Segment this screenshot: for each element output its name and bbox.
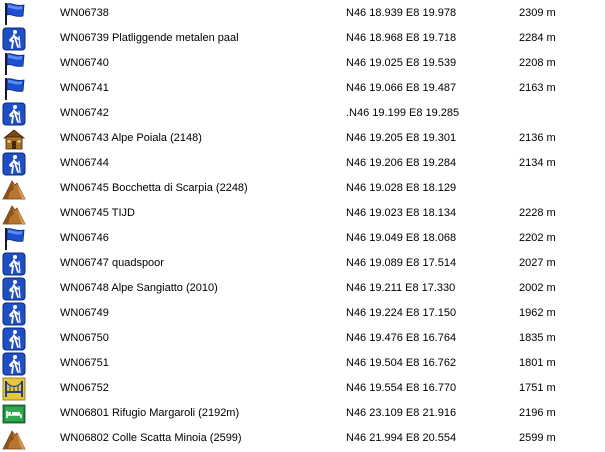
summit-icon [2,202,26,226]
waypoint-position: N46 18.968 E8 19.718 [346,32,457,44]
waypoint-list: WN06738 N46 18.939 E8 19.978 2309 m WN0673… [0,0,605,450]
waypoint-altitude: 2208 m [519,57,556,69]
waypoint-row[interactable]: WN06748 Alpe Sangiatto (2010) N46 19.211 … [0,277,605,302]
waypoint-position: N46 19.211 E8 17.330 [346,282,456,294]
waypoint-altitude: 2309 m [519,7,556,19]
waypoint-row[interactable]: WN06750 N46 19.476 E8 16.764 1835 m [0,327,605,352]
waypoint-altitude: 1962 m [519,307,556,319]
hiker-icon [2,252,26,276]
waypoint-name: WN06745 TIJD [60,207,135,219]
summit-icon [2,427,26,451]
blue-flag-icon [2,77,26,101]
waypoint-row[interactable]: WN06801 Rifugio Margaroli (2192m) N46 23.… [0,402,605,427]
waypoint-name: WN06752 [60,382,109,394]
waypoint-altitude: 1801 m [519,357,556,369]
waypoint-row[interactable]: WN06741 N46 19.066 E8 19.487 2163 m [0,77,605,102]
hiker-icon [2,352,26,376]
waypoint-altitude: 2002 m [519,282,556,294]
hiker-icon [2,302,26,326]
waypoint-position: N46 21.994 E8 20.554 [346,432,457,444]
waypoint-name: WN06751 [60,357,109,369]
waypoint-altitude: 2284 m [519,32,556,44]
hiker-icon [2,102,26,126]
waypoint-altitude: 2027 m [519,257,556,269]
waypoint-row[interactable]: WN06743 Alpe Poiala (2148) N46 19.205 E8 … [0,127,605,152]
waypoint-name: WN06738 [60,7,109,19]
waypoint-name: WN06749 [60,307,109,319]
waypoint-position: N46 19.206 E8 19.284 [346,157,457,169]
waypoint-altitude: 1835 m [519,332,556,344]
waypoint-row[interactable]: WN06744 N46 19.206 E8 19.284 2134 m [0,152,605,177]
waypoint-row[interactable]: WN06747 quadspoor N46 19.089 E8 17.514 202… [0,252,605,277]
waypoint-position: N46 18.939 E8 19.978 [346,7,457,19]
hiker-icon [2,277,26,301]
waypoint-position: N46 19.205 E8 19.301 [346,132,457,144]
waypoint-row[interactable]: WN06739 Platliggende metalen paal N46 18.… [0,27,605,52]
hiker-icon [2,327,26,351]
hiker-icon [2,27,26,51]
cabin-icon [2,127,26,151]
waypoint-altitude: 2202 m [519,232,556,244]
waypoint-position: N46 19.089 E8 17.514 [346,257,457,269]
waypoint-name: WN06745 Bocchetta di Scarpia (2248) [60,182,248,194]
waypoint-position: N46 19.028 E8 18.129 [346,182,457,194]
waypoint-altitude: 2134 m [519,157,556,169]
waypoint-position: .N46 19.199 E8 19.285 [346,107,460,119]
waypoint-row[interactable]: WN06745 TIJD N46 19.023 E8 18.134 2228 m [0,202,605,227]
waypoint-name: WN06750 [60,332,109,344]
waypoint-altitude: 1751 m [519,382,556,394]
waypoint-name: WN06802 Colle Scatta Minoia (2599) [60,432,242,444]
blue-flag-icon [2,2,26,26]
waypoint-position: N46 19.554 E8 16.770 [346,382,457,394]
waypoint-position: N46 19.476 E8 16.764 [346,332,457,344]
waypoint-position: N46 19.066 E8 19.487 [346,82,457,94]
waypoint-altitude: 2228 m [519,207,556,219]
waypoint-name: WN06741 [60,82,109,94]
waypoint-position: N46 19.049 E8 18.068 [346,232,457,244]
waypoint-name: WN06801 Rifugio Margaroli (2192m) [60,407,240,419]
blue-flag-icon [2,52,26,76]
waypoint-altitude: 2136 m [519,132,556,144]
waypoint-name: WN06748 Alpe Sangiatto (2010) [60,282,218,294]
waypoint-name: WN06739 Platliggende metalen paal [60,32,239,44]
waypoint-altitude: 2599 m [519,432,556,444]
waypoint-row[interactable]: WN06742 .N46 19.199 E8 19.285 [0,102,605,127]
waypoint-row[interactable]: WN06746 N46 19.049 E8 18.068 2202 m [0,227,605,252]
waypoint-name: WN06742 [60,107,109,119]
hiker-icon [2,152,26,176]
waypoint-row[interactable]: WN06752 N46 19.554 E8 16.770 1751 m [0,377,605,402]
waypoint-row[interactable]: WN06802 Colle Scatta Minoia (2599) N46 21… [0,427,605,452]
waypoint-row[interactable]: WN06740 N46 19.025 E8 19.539 2208 m [0,52,605,77]
summit-icon [2,177,26,201]
waypoint-name: WN06743 Alpe Poiala (2148) [60,132,202,144]
bridge-icon [2,377,26,401]
waypoint-position: N46 19.504 E8 16.762 [346,357,457,369]
blue-flag-icon [2,227,26,251]
waypoint-row[interactable]: WN06745 Bocchetta di Scarpia (2248) N46 1… [0,177,605,202]
waypoint-position: N46 19.224 E8 17.150 [346,307,457,319]
waypoint-altitude: 2163 m [519,82,556,94]
waypoint-name: WN06747 quadspoor [60,257,164,269]
waypoint-name: WN06746 [60,232,109,244]
waypoint-position: N46 23.109 E8 21.916 [346,407,457,419]
waypoint-name: WN06740 [60,57,109,69]
waypoint-altitude: 2196 m [519,407,556,419]
lodging-icon [2,402,26,426]
waypoint-row[interactable]: WN06738 N46 18.939 E8 19.978 2309 m [0,2,605,27]
waypoint-row[interactable]: WN06751 N46 19.504 E8 16.762 1801 m [0,352,605,377]
waypoint-position: N46 19.023 E8 18.134 [346,207,457,219]
waypoint-name: WN06744 [60,157,109,169]
waypoint-position: N46 19.025 E8 19.539 [346,57,457,69]
waypoint-row[interactable]: WN06749 N46 19.224 E8 17.150 1962 m [0,302,605,327]
